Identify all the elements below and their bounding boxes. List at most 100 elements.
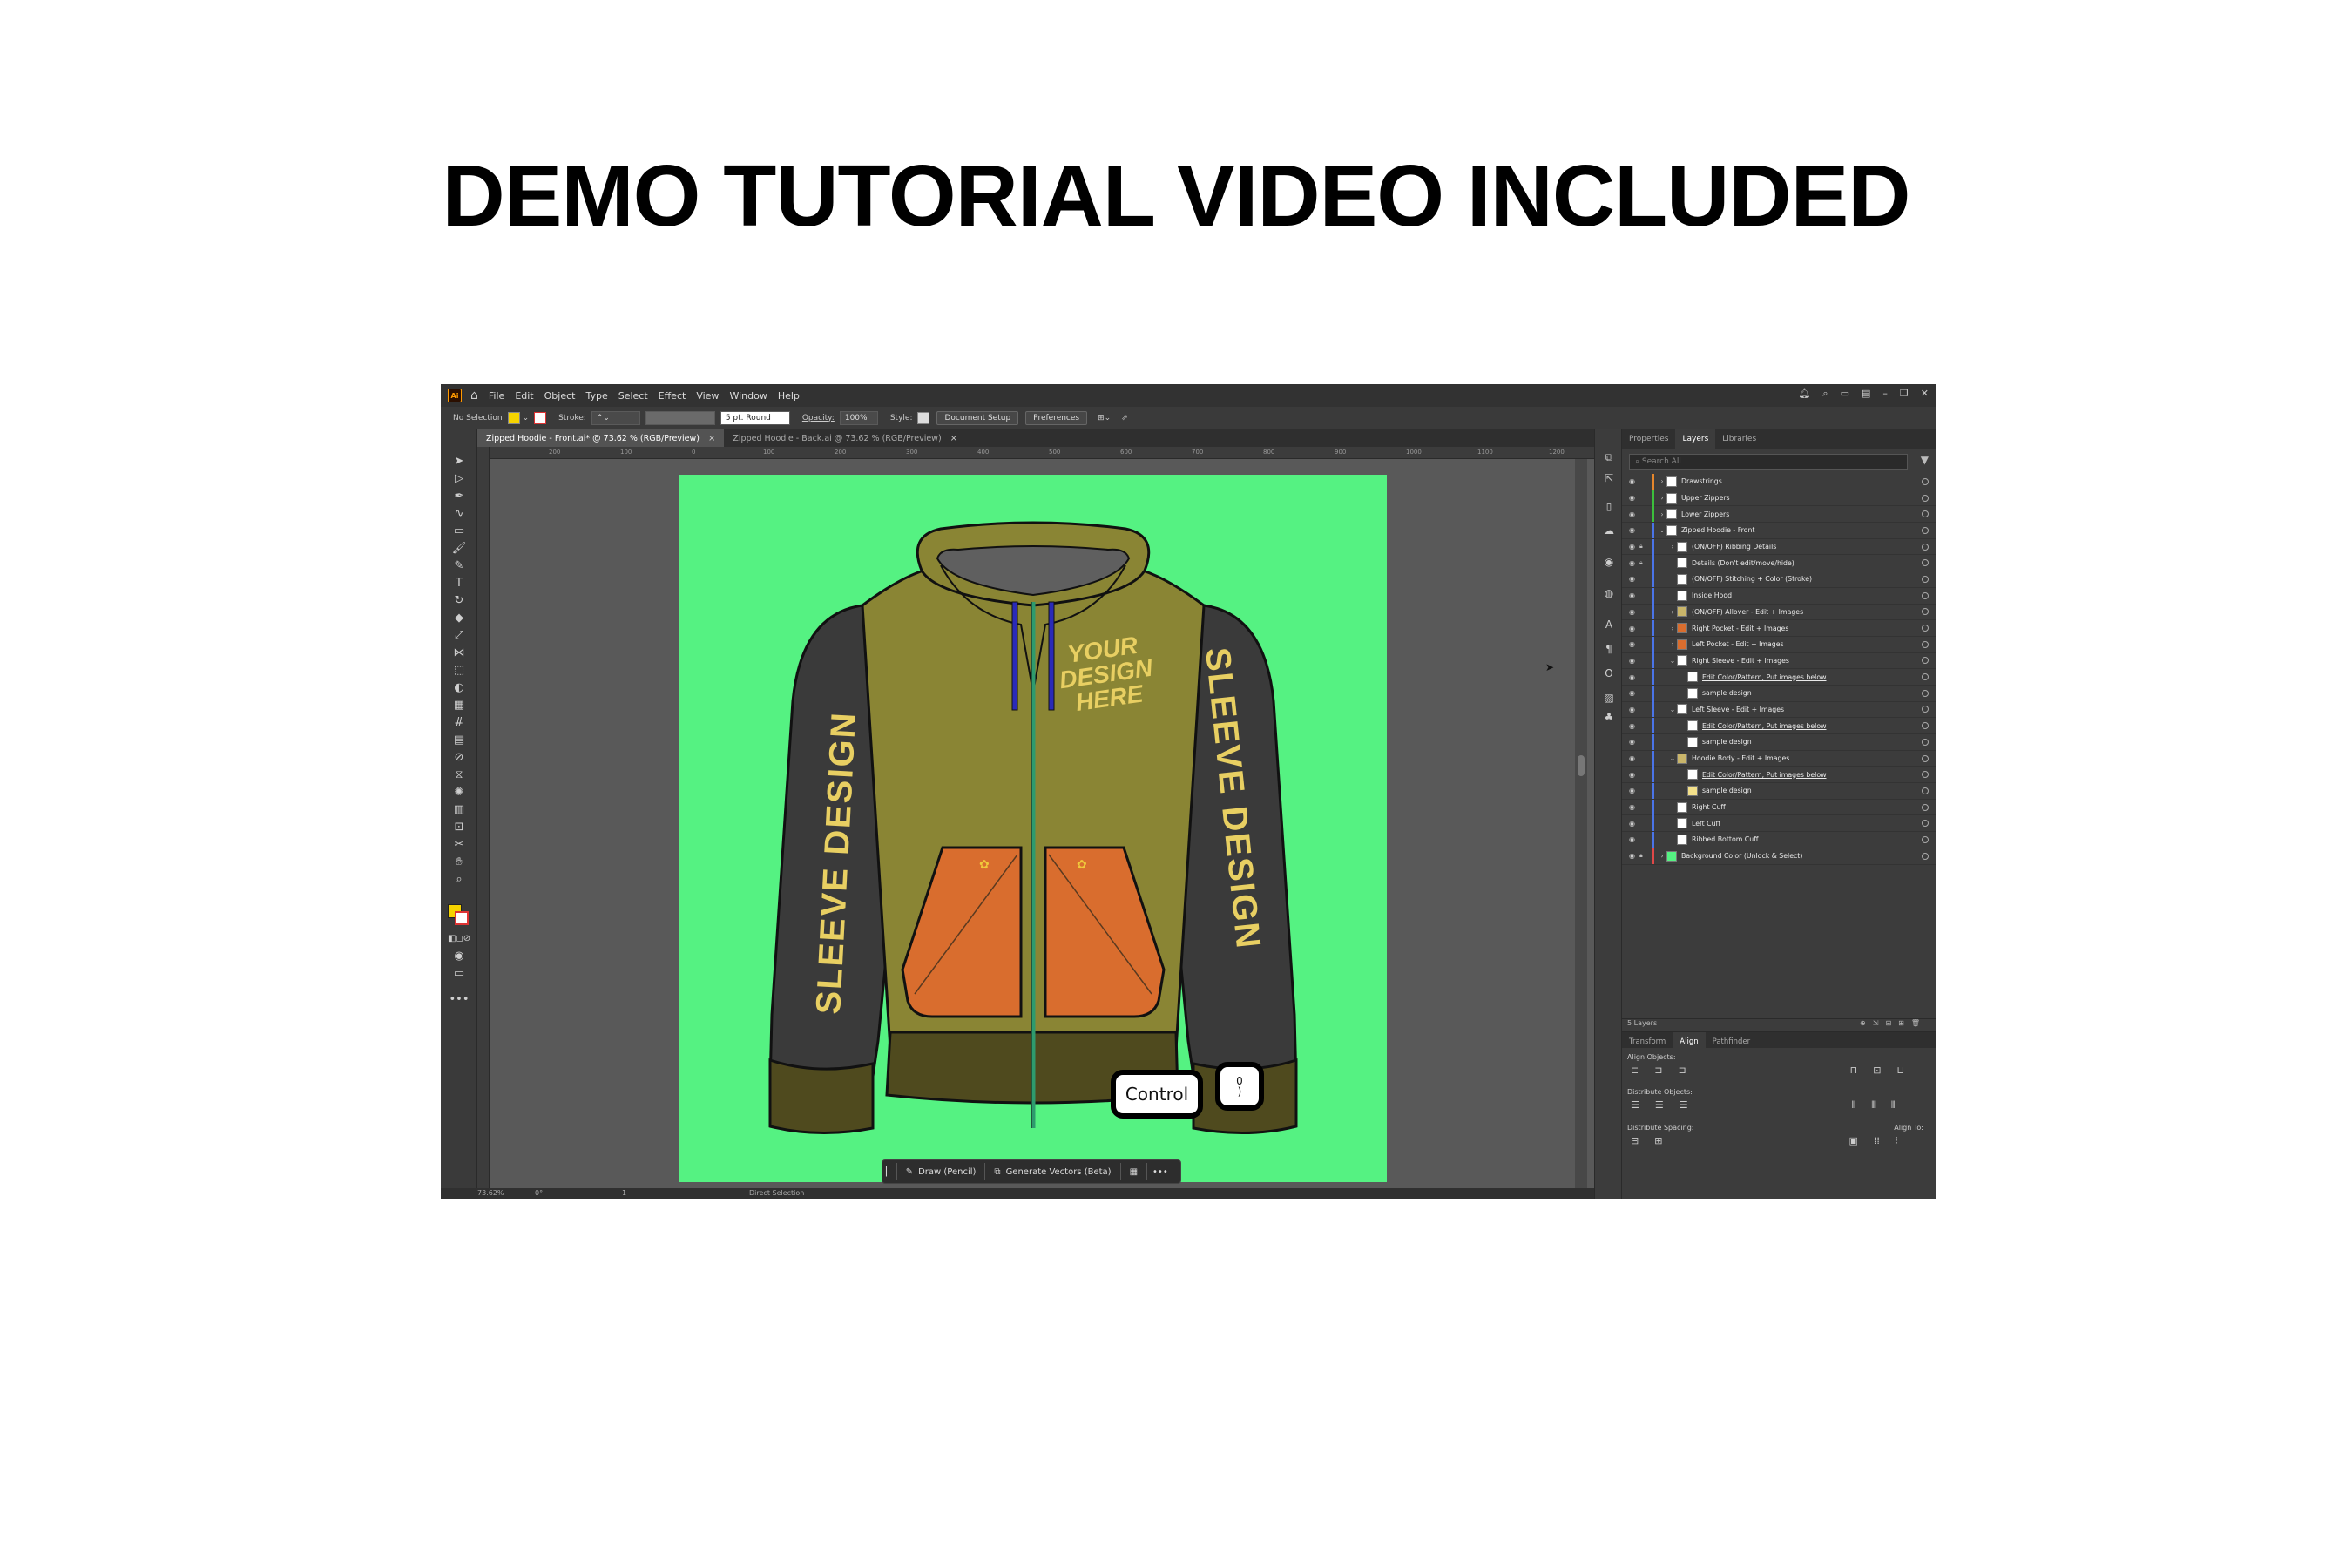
fill-swatch[interactable]: [507, 411, 520, 424]
align-middle-icon[interactable]: ⊡: [1873, 1064, 1881, 1076]
selection-tool-icon[interactable]: ➤: [448, 454, 470, 470]
tab-pathfinder[interactable]: Pathfinder: [1706, 1032, 1758, 1051]
generate-vectors-button[interactable]: ⧉ Generate Vectors (Beta): [984, 1163, 1119, 1180]
menu-view[interactable]: View: [696, 390, 719, 402]
target-icon[interactable]: [1922, 754, 1929, 762]
layer-row[interactable]: ◉ Ribbed Bottom Cuff: [1622, 831, 1936, 848]
symbols-icon[interactable]: ♣: [1602, 710, 1616, 724]
eye-icon[interactable]: ◉: [1629, 575, 1639, 583]
align-center-icon[interactable]: ⊐: [1654, 1064, 1662, 1076]
arrange-icon[interactable]: ▤: [1862, 388, 1870, 400]
draw-mode-icon[interactable]: ◉: [448, 949, 470, 964]
lock-icon[interactable]: 🔒︎: [1639, 543, 1648, 551]
disclosure-arrow-icon[interactable]: ›: [1658, 494, 1666, 502]
layer-row[interactable]: ◉ › Right Pocket - Edit + Images: [1622, 620, 1936, 637]
opacity-field[interactable]: 100%: [839, 410, 878, 425]
mesh-tool-icon[interactable]: #: [448, 715, 470, 731]
libraries-icon[interactable]: ☁: [1602, 524, 1616, 537]
menu-window[interactable]: Window: [729, 390, 767, 402]
align-left-icon[interactable]: ⊏: [1631, 1064, 1639, 1076]
width-tool-icon[interactable]: ⋈: [448, 645, 470, 661]
opacity-label[interactable]: Opacity:: [802, 414, 835, 422]
distribute-bottom-icon[interactable]: ☰: [1680, 1099, 1688, 1112]
eye-icon[interactable]: ◉: [1629, 722, 1639, 730]
layer-row[interactable]: ◉ › Lower Zippers: [1622, 506, 1936, 524]
external-link-icon[interactable]: ⇗: [1121, 414, 1128, 422]
distribute-center-icon[interactable]: ☰: [1655, 1099, 1664, 1112]
layer-row[interactable]: ◉ Left Cuff: [1622, 815, 1936, 833]
disclosure-arrow-icon[interactable]: ›: [1658, 852, 1666, 860]
artboards-icon[interactable]: ⧉: [1602, 450, 1616, 464]
slice-tool-icon[interactable]: ✂: [448, 837, 470, 853]
tab-align[interactable]: Align: [1673, 1032, 1706, 1051]
zoom-level[interactable]: 73.62%: [477, 1189, 504, 1197]
disclosure-arrow-icon[interactable]: ›: [1668, 543, 1677, 551]
stroke-color-icon[interactable]: [455, 911, 469, 925]
zoom-tool-icon[interactable]: ⌕: [448, 872, 470, 888]
target-icon[interactable]: [1922, 640, 1929, 648]
color-icon[interactable]: ◉: [1602, 555, 1616, 569]
layer-row[interactable]: ◉ Inside Hood: [1622, 587, 1936, 605]
target-icon[interactable]: [1922, 625, 1929, 632]
left-drawstring[interactable]: [1011, 601, 1018, 711]
layer-row[interactable]: ◉ sample design: [1622, 733, 1936, 751]
filter-icon[interactable]: ▼: [1921, 454, 1929, 466]
drag-handle[interactable]: ▏: [882, 1163, 896, 1180]
stroke-weight-field[interactable]: ⌃⌄: [591, 410, 640, 425]
eraser-tool-icon[interactable]: ◆: [448, 611, 470, 626]
target-icon[interactable]: [1922, 706, 1929, 713]
eye-icon[interactable]: ◉: [1629, 689, 1639, 697]
export-icon[interactable]: ⇱: [1602, 471, 1616, 485]
layer-row[interactable]: ◉ › Drawstrings: [1622, 473, 1936, 490]
distribute-top-icon[interactable]: ☰: [1631, 1099, 1639, 1112]
target-icon[interactable]: [1922, 608, 1929, 616]
hoodie-mockup[interactable]: ✿ ✿ YOUR DESIGN HERE SLEEVE DESIGN SLEEV…: [679, 475, 1387, 1182]
distribute-hcenter-icon[interactable]: ⫴: [1871, 1099, 1876, 1112]
lock-icon[interactable]: 🔒︎: [1639, 852, 1648, 860]
layers-search-input[interactable]: ⌕ Search All: [1629, 454, 1908, 470]
align-top-icon[interactable]: ⊓: [1850, 1064, 1858, 1076]
layer-row[interactable]: ◉ Edit Color/Pattern, Put images below: [1622, 767, 1936, 784]
document-setup-button[interactable]: Document Setup: [936, 410, 1019, 425]
layer-row[interactable]: ◉ Right Cuff: [1622, 799, 1936, 816]
vertical-scrollbar[interactable]: [1575, 459, 1587, 1192]
curvature-tool-icon[interactable]: ∿: [448, 506, 470, 522]
align-right-icon[interactable]: ⊐: [1678, 1064, 1686, 1076]
close-icon[interactable]: ×: [708, 434, 715, 443]
home-icon[interactable]: ⌂: [470, 389, 478, 402]
stroke-swatch[interactable]: [534, 411, 547, 424]
target-icon[interactable]: [1922, 673, 1929, 681]
tab-libraries[interactable]: Libraries: [1715, 429, 1763, 449]
layer-row[interactable]: ◉ › Upper Zippers: [1622, 490, 1936, 507]
graph-tool-icon[interactable]: ▥: [448, 802, 470, 818]
target-icon[interactable]: [1922, 657, 1929, 665]
menu-select[interactable]: Select: [618, 390, 648, 402]
menu-help[interactable]: Help: [778, 390, 800, 402]
eye-icon[interactable]: ◉: [1629, 852, 1639, 860]
perspective-grid-tool-icon[interactable]: ▦: [448, 698, 470, 713]
eye-icon[interactable]: ◉: [1629, 673, 1639, 681]
eye-icon[interactable]: ◉: [1629, 591, 1639, 599]
target-icon[interactable]: [1922, 526, 1929, 534]
tab-transform[interactable]: Transform: [1622, 1032, 1673, 1051]
target-icon[interactable]: [1922, 559, 1929, 567]
left-cuff[interactable]: [768, 1058, 875, 1135]
disclosure-arrow-icon[interactable]: ⌄: [1658, 526, 1666, 534]
color-mode-icon[interactable]: ◧◻⊘: [448, 931, 470, 947]
target-icon[interactable]: [1922, 494, 1929, 502]
layer-row[interactable]: ◉ ⌄ Hoodie Body - Edit + Images: [1622, 750, 1936, 767]
chevron-down-icon[interactable]: ⌄: [523, 414, 530, 422]
align-extra-icon[interactable]: ⫶: [1896, 1135, 1898, 1147]
search-icon[interactable]: ⌕: [1822, 388, 1828, 400]
workspace-icon[interactable]: ▭: [1841, 388, 1849, 400]
close-icon[interactable]: ×: [950, 434, 957, 443]
pencil-tool-icon[interactable]: ✎: [448, 558, 470, 574]
target-icon[interactable]: [1922, 722, 1929, 730]
align-to-selection-icon[interactable]: ▣: [1848, 1135, 1857, 1147]
target-icon[interactable]: [1922, 771, 1929, 779]
layer-row[interactable]: ◉ › Left Pocket - Edit + Images: [1622, 636, 1936, 653]
disclosure-arrow-icon[interactable]: ⌄: [1668, 706, 1677, 713]
preferences-button[interactable]: Preferences: [1025, 410, 1088, 425]
scroll-thumb[interactable]: [1578, 755, 1585, 776]
layer-row[interactable]: ◉ sample design: [1622, 782, 1936, 800]
